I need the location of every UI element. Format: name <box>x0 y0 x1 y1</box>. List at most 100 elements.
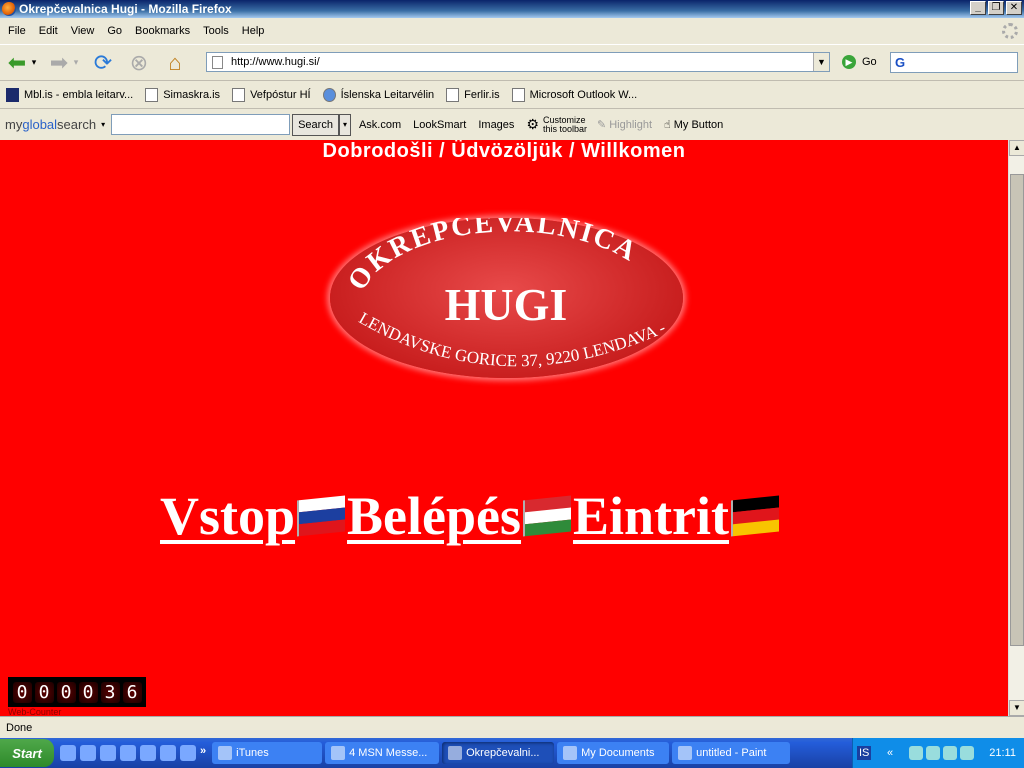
scroll-up-icon[interactable]: ▲ <box>1009 140 1024 156</box>
reload-icon[interactable]: ⟳ <box>90 50 116 76</box>
bookmark-label: Simaskra.is <box>163 89 221 101</box>
forward-arrow-icon[interactable]: ➡ <box>46 50 72 76</box>
firefox-icon[interactable] <box>160 745 176 761</box>
task-itunes[interactable]: iTunes <box>212 742 323 764</box>
task-firefox[interactable]: Okrepčevalni... <box>442 742 555 764</box>
simaskra-icon <box>145 88 159 102</box>
close-button[interactable]: ✕ <box>1006 1 1022 15</box>
status-text: Done <box>6 722 33 734</box>
menu-tools[interactable]: Tools <box>203 25 229 37</box>
my-button[interactable]: My Button <box>674 119 724 131</box>
task-msn[interactable]: 4 MSN Messe... <box>325 742 440 764</box>
itunes-icon[interactable] <box>120 745 136 761</box>
taskbar: Start » iTunes 4 MSN Messe... Okrepčeval… <box>0 738 1024 768</box>
gear-icon: ⚙ <box>526 116 539 132</box>
logo-dropdown-icon[interactable]: ▾ <box>101 120 105 129</box>
scroll-thumb[interactable] <box>1010 174 1024 646</box>
language-indicator[interactable]: IS <box>857 746 872 760</box>
back-dropdown-icon[interactable]: ▾ <box>30 50 38 76</box>
vertical-scrollbar[interactable]: ▲ ▼ <box>1008 140 1024 716</box>
link-belepes[interactable]: Belépés <box>347 486 521 546</box>
bookmark-mbl[interactable]: Mbl.is - embla leitarv... <box>6 88 133 102</box>
ie-icon[interactable] <box>60 745 76 761</box>
welcome-heading: Dobrodošli / Üdvözöljük / Willkomen <box>322 140 686 162</box>
start-button[interactable]: Start <box>0 739 54 767</box>
network-icon[interactable] <box>959 746 974 760</box>
window-controls: _ ❐ ✕ <box>970 1 1022 15</box>
link-vstop[interactable]: Vstop <box>160 486 295 546</box>
menu-help[interactable]: Help <box>242 25 265 37</box>
globe-icon <box>322 88 336 102</box>
page-content: Dobrodošli / Üdvözöljük / Willkomen OKRE… <box>0 140 1008 716</box>
highlight-button[interactable]: Highlight <box>609 119 652 131</box>
back-arrow-icon[interactable]: ⬅ <box>4 50 30 76</box>
bookmark-outlook[interactable]: Microsoft Outlook W... <box>511 88 637 102</box>
task-label: Okrepčevalni... <box>466 747 540 759</box>
task-my-documents[interactable]: My Documents <box>557 742 670 764</box>
counter-digit: 0 <box>34 681 54 703</box>
toolbar-search-input[interactable] <box>111 114 291 135</box>
toolbar-search-button[interactable]: Search <box>292 113 339 136</box>
address-bar[interactable]: http://www.hugi.si/ ▼ <box>206 52 830 72</box>
media-player-icon[interactable] <box>140 745 156 761</box>
language-links: Vstop Belépés Eintrit <box>160 486 781 546</box>
menu-file[interactable]: File <box>8 25 26 37</box>
link-ask[interactable]: Ask.com <box>359 119 401 131</box>
menu-view[interactable]: View <box>71 25 95 37</box>
mbl-icon <box>6 88 19 102</box>
desktop-icon[interactable] <box>100 745 116 761</box>
chevron-right-icon[interactable]: » <box>200 745 206 761</box>
go-button[interactable]: ▶ Go <box>842 55 877 69</box>
link-looksmart[interactable]: LookSmart <box>413 119 466 131</box>
tray-icons <box>908 746 974 760</box>
maximize-button[interactable]: ❐ <box>988 1 1004 15</box>
clock: 21:11 <box>989 747 1016 759</box>
url-dropdown-icon[interactable]: ▼ <box>813 53 829 71</box>
counter-digit: 6 <box>122 681 142 703</box>
menu-go[interactable]: Go <box>107 25 122 37</box>
itunes-icon <box>218 746 233 760</box>
link-images[interactable]: Images <box>478 119 514 131</box>
bookmark-simaskra[interactable]: Simaskra.is <box>145 88 220 102</box>
logo-name: HUGI <box>445 279 568 330</box>
firefox-icon <box>2 2 16 16</box>
folder-icon <box>563 746 578 760</box>
quick-launch: » <box>60 745 206 761</box>
link-eintrit[interactable]: Eintrit <box>573 486 729 546</box>
myglobalsearch-toolbar: myglobalsearch ▾ Search ▾ Ask.com LookSm… <box>0 110 1024 139</box>
start-label: Start <box>12 745 42 761</box>
ie-icon[interactable] <box>180 745 196 761</box>
msn-icon <box>331 746 346 760</box>
hugi-logo: OKREPČEVALNICA HUGI LENDAVSKE GORICE 37,… <box>330 218 683 378</box>
hungary-flag-icon <box>523 495 572 537</box>
msn-icon[interactable] <box>908 746 923 760</box>
speaker-icon[interactable] <box>942 746 957 760</box>
task-paint[interactable]: untitled - Paint <box>672 742 791 764</box>
search-dropdown-icon[interactable]: ▾ <box>338 113 351 136</box>
counter-digit: 0 <box>12 681 32 703</box>
menu-bookmarks[interactable]: Bookmarks <box>135 25 190 37</box>
customize-toolbar-button[interactable]: Customize this toolbar <box>543 115 587 134</box>
clock-icon[interactable] <box>80 745 96 761</box>
forward-dropdown-icon[interactable]: ▾ <box>72 50 80 76</box>
paint-icon <box>678 746 693 760</box>
counter-label[interactable]: Web-Counter <box>8 707 61 716</box>
throbber-icon <box>1002 23 1018 39</box>
menu-edit[interactable]: Edit <box>39 25 58 37</box>
url-text[interactable]: http://www.hugi.si/ <box>231 56 320 68</box>
page-icon <box>511 88 525 102</box>
antivirus-icon[interactable] <box>925 746 940 760</box>
tray-expand-icon[interactable]: « <box>887 747 893 759</box>
bookmark-leitarvelin[interactable]: Íslenska Leitarvélin <box>322 88 434 102</box>
germany-flag-icon <box>731 495 780 537</box>
bookmark-vefpostur[interactable]: Vefpóstur HÍ <box>232 88 311 102</box>
status-bar: Done <box>0 716 1024 738</box>
stop-icon[interactable]: ⊗ <box>126 50 152 76</box>
firefox-icon <box>448 746 463 760</box>
search-box[interactable]: G <box>890 52 1018 73</box>
window-titlebar: Okrepčevalnica Hugi - Mozilla Firefox _ … <box>0 0 1024 18</box>
scroll-down-icon[interactable]: ▼ <box>1009 700 1024 716</box>
minimize-button[interactable]: _ <box>970 1 986 15</box>
bookmark-ferlir[interactable]: Ferlir.is <box>446 88 500 102</box>
home-icon[interactable]: ⌂ <box>162 50 188 76</box>
